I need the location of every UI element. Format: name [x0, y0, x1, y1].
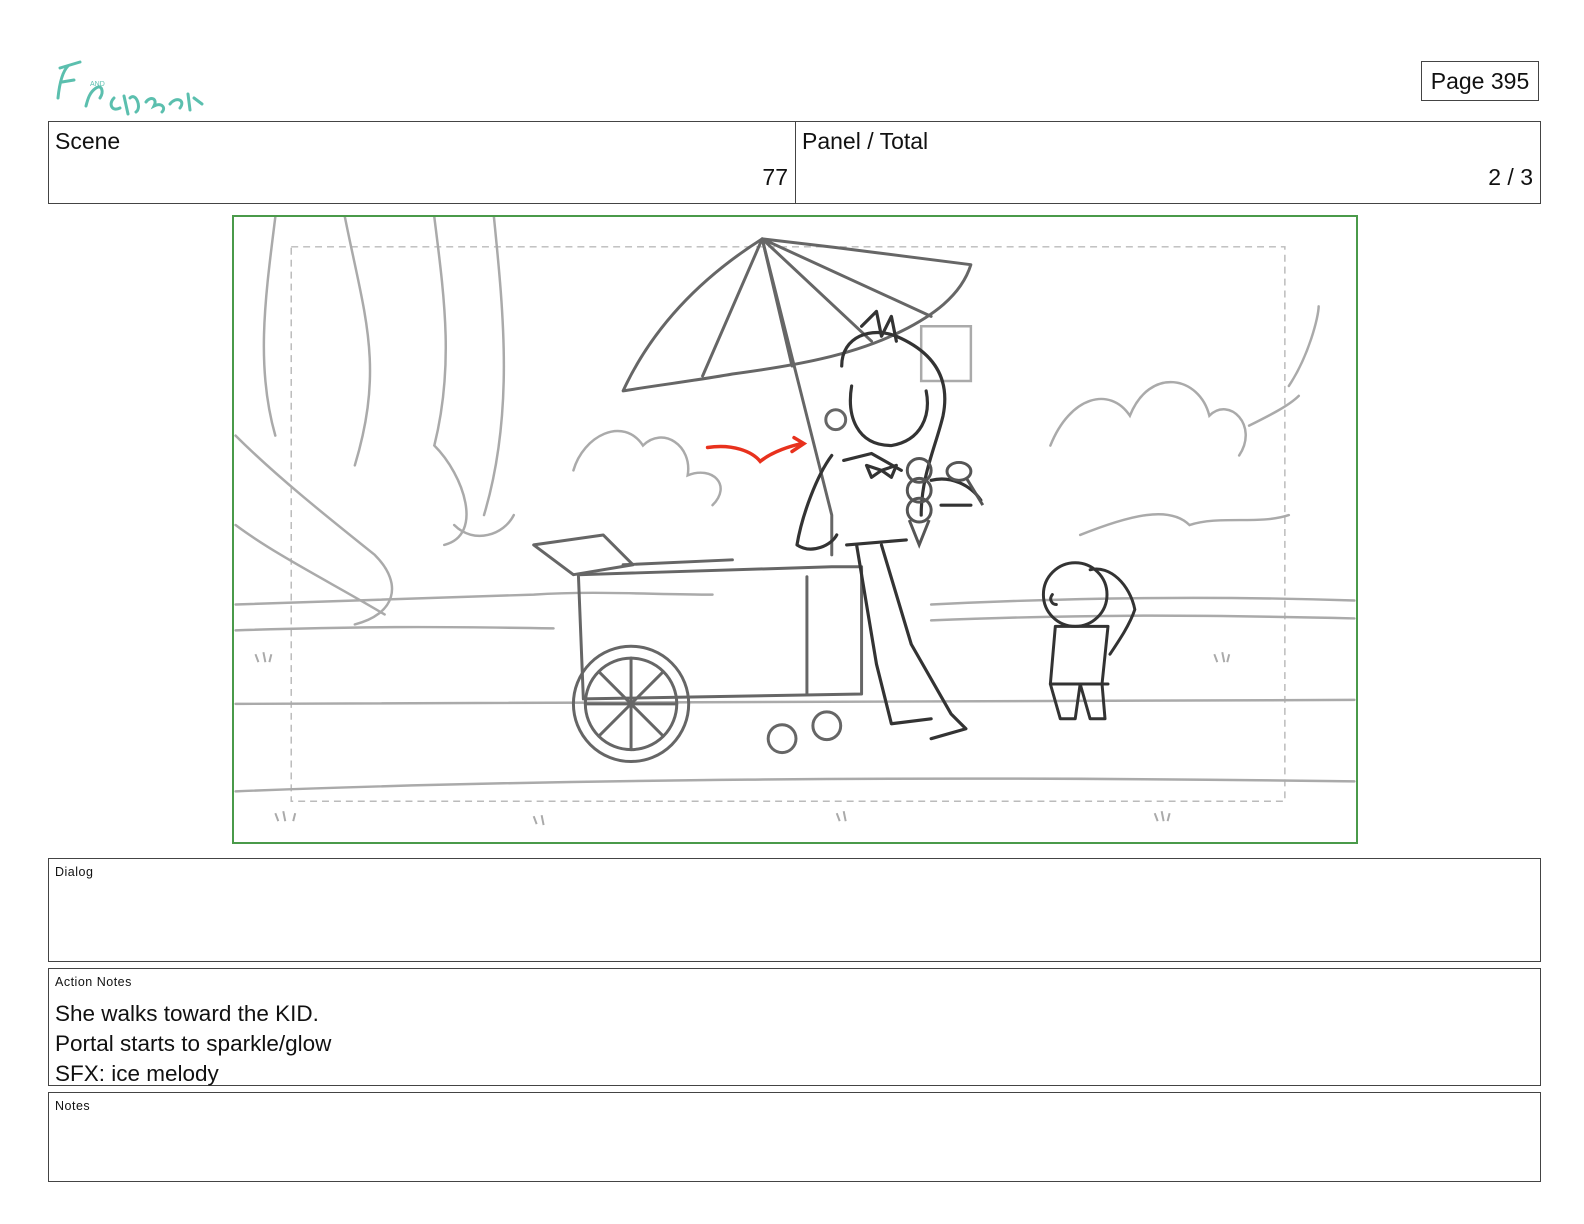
action-note-line: Portal starts to sparkle/glow [55, 1031, 332, 1056]
scene-value: 77 [762, 164, 788, 190]
building-outline [919, 325, 973, 383]
panel-value: 2 / 3 [1488, 164, 1533, 190]
path-line [929, 614, 1356, 622]
notes-label: Notes [55, 1099, 91, 1113]
scene-label: Scene [55, 128, 121, 154]
action-note-line: She walks toward the KID. [55, 1001, 319, 1026]
dialog-box: Dialog [48, 858, 1541, 962]
logo-and-text: AND [90, 81, 105, 88]
tree-trunk [432, 217, 468, 547]
ice-cream-cart [532, 533, 864, 764]
umbrella [621, 237, 973, 557]
safe-area-guide [290, 246, 1286, 803]
tree-trunk [262, 217, 277, 437]
tree-trunk [343, 217, 372, 467]
show-logo: AND [50, 48, 210, 118]
grass-tufts [254, 652, 1231, 826]
action-notes-label: Action Notes [55, 975, 132, 989]
page-number-box: Page 395 [1421, 61, 1539, 101]
horizon-line [929, 596, 1356, 606]
tree-trunk [1287, 305, 1320, 388]
action-note-line: SFX: ice melody [55, 1061, 219, 1086]
bush-line [1078, 513, 1291, 537]
scene-cell: Scene 77 [49, 122, 796, 203]
ice-cream-vendor-character [795, 309, 983, 741]
dialog-label: Dialog [55, 865, 94, 879]
path-line [234, 698, 1356, 706]
header-table: Scene 77 Panel / Total 2 / 3 [48, 121, 1541, 204]
storyboard-sketch [234, 217, 1356, 826]
panel-label: Panel / Total [802, 128, 929, 154]
action-notes-box: Action Notes She walks toward the KID. P… [48, 968, 1541, 1086]
page-number: Page 395 [1430, 67, 1530, 94]
storyboard-panel [232, 215, 1358, 844]
red-motion-arrow [705, 441, 804, 464]
path-line [234, 777, 1356, 793]
tree-root [234, 434, 394, 626]
notes-box: Notes [48, 1092, 1541, 1182]
tree-trunk [1247, 394, 1301, 427]
bush-line [452, 513, 516, 538]
panel-cell: Panel / Total 2 / 3 [796, 122, 1540, 203]
action-notes-text: She walks toward the KID. Portal starts … [55, 999, 331, 1089]
kid-character [1041, 561, 1137, 721]
path-line [234, 625, 555, 632]
bush-line [572, 429, 722, 507]
bush-line [1049, 380, 1247, 457]
horizon-line [234, 591, 714, 606]
tree-trunk [482, 217, 506, 517]
